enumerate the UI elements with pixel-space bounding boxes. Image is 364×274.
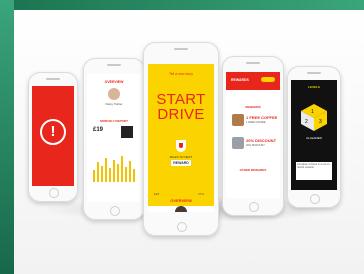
home-button xyxy=(177,222,187,232)
phone-speaker xyxy=(46,78,60,80)
chart-bar xyxy=(97,162,99,182)
offer-coffee-sub: 1 FREE COFFEE xyxy=(246,121,266,124)
background-top-strip xyxy=(0,0,364,10)
phone-overview: OVERVIEW Daisy Twitter MONTHLY REPORT £1… xyxy=(83,58,145,220)
chart-bar xyxy=(117,164,119,182)
background-left-strip xyxy=(0,0,14,274)
avatar xyxy=(108,88,120,100)
screen-header: OVERVIEW xyxy=(104,80,124,84)
alert-screen: ! xyxy=(32,86,74,186)
carwash-icon xyxy=(232,137,244,149)
phone-speaker xyxy=(174,48,188,50)
level-info-card: Complete 3 drives in a row to unlock rew… xyxy=(296,162,332,180)
rank-badge-icon xyxy=(121,126,133,138)
amount-value: £19 xyxy=(93,127,104,133)
offer-discount-sub: 20% DISCOUNT xyxy=(246,144,265,147)
start-drive-screen: Tell a new story START DRIVE MILES TO NE… xyxy=(148,64,214,212)
level-cube-icon: 1 2 3 xyxy=(301,104,327,131)
shield-icon xyxy=(176,140,186,152)
levels-screen: LEVELS 1 2 3 ALLEADER Complete 3 drives … xyxy=(291,80,337,190)
chart-bar xyxy=(133,169,135,182)
phone-speaker xyxy=(107,64,121,66)
level-label: ALLEADER xyxy=(306,136,322,140)
chart-bar xyxy=(101,166,103,182)
rewards-screen: REWARDS REWARDS 1 FREE COFFEE 1 FREE COF… xyxy=(226,72,280,198)
offer-discount[interactable]: 20% DISCOUNT xyxy=(246,138,276,143)
chart-bar xyxy=(125,167,127,182)
phone-speaker xyxy=(246,62,260,64)
cube-number-3: 3 xyxy=(319,119,322,125)
overview-screen: OVERVIEW Daisy Twitter MONTHLY REPORT £1… xyxy=(87,74,141,202)
rewards-header-bar: REWARDS xyxy=(226,72,280,90)
start-drive-button[interactable]: START DRIVE xyxy=(148,92,214,122)
stat-right: 27% xyxy=(198,192,205,196)
stat-left: £28 xyxy=(154,192,160,196)
start-drive-title-line2: DRIVE xyxy=(157,106,205,123)
levels-header: LEVELS xyxy=(308,85,320,89)
tagline: Tell a new story xyxy=(168,72,194,76)
start-drive-title-line1: START xyxy=(156,91,206,108)
user-name: Daisy Twitter xyxy=(105,102,123,106)
offer-coffee[interactable]: 1 FREE COFFEE xyxy=(246,115,277,120)
home-button xyxy=(310,194,320,204)
rewards-pill[interactable] xyxy=(261,77,275,82)
coffee-icon xyxy=(232,114,244,126)
cube-number-2: 2 xyxy=(305,119,308,125)
phone-levels: LEVELS 1 2 3 ALLEADER Complete 3 drives … xyxy=(287,66,341,208)
chart-bar xyxy=(105,158,107,182)
report-title: MONTHLY REPORT xyxy=(100,119,128,123)
reward-caption: MILES TO NEXT xyxy=(169,155,193,159)
reward-badge[interactable]: REWARD xyxy=(171,160,191,166)
alert-icon[interactable]: ! xyxy=(40,119,66,145)
chart-bar xyxy=(93,170,95,182)
chart-bar xyxy=(121,156,123,182)
bar-chart xyxy=(93,152,137,182)
other-rewards-title: OTHER REWARDS xyxy=(239,168,267,172)
phone-speaker xyxy=(307,72,321,74)
chart-bar xyxy=(129,161,131,182)
avatar xyxy=(175,206,187,212)
home-button xyxy=(249,202,259,212)
phone-alert: ! xyxy=(28,72,78,202)
rewards-section-title: REWARDS xyxy=(245,105,261,109)
home-button xyxy=(110,206,120,216)
chart-bar xyxy=(113,160,115,182)
phone-start-drive: Tell a new story START DRIVE MILES TO NE… xyxy=(143,42,219,236)
overview-tab[interactable]: OVERVIEW xyxy=(148,198,214,203)
phone-rewards: REWARDS REWARDS 1 FREE COFFEE 1 FREE COF… xyxy=(222,56,284,216)
home-button xyxy=(49,188,59,198)
chart-bar xyxy=(109,168,111,182)
rewards-header: REWARDS xyxy=(231,78,249,82)
cube-number-1: 1 xyxy=(311,109,314,115)
